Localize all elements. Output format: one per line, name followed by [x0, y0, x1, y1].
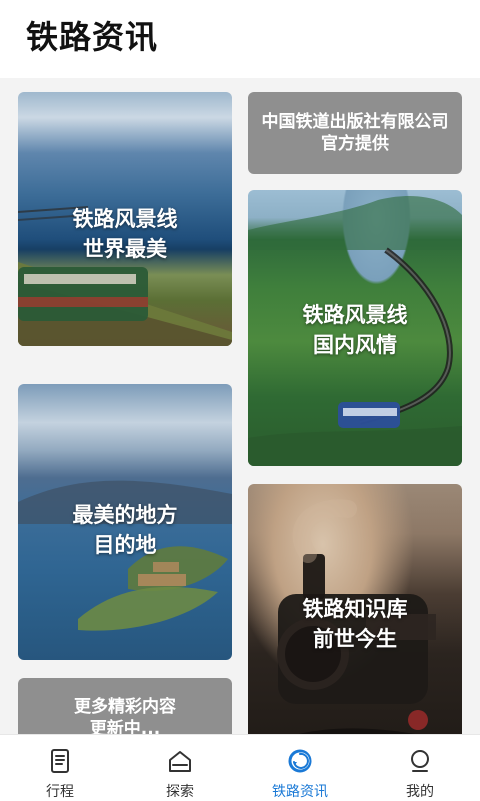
tab-label: 探索 — [166, 784, 194, 800]
header: 铁路资讯 — [0, 0, 480, 78]
card-more-coming[interactable]: 更多精彩内容 更新中... — [18, 678, 232, 734]
home-icon — [166, 747, 194, 775]
card-label: 铁路风景线 国内风情 — [302, 303, 408, 357]
tab-label: 我的 — [406, 784, 434, 800]
tab-railway-news[interactable]: 铁路资讯 — [240, 735, 360, 801]
bottom-tab-bar: 行程 探索 铁路资讯 我的 — [0, 734, 480, 801]
tab-explore[interactable]: 探索 — [120, 735, 240, 801]
card-domestic-scenery[interactable]: 铁路风景线 国内风情 — [248, 190, 462, 466]
profile-icon — [406, 747, 434, 775]
document-icon — [46, 747, 74, 775]
card-railway-knowledge[interactable]: 铁路知识库 前世今生 — [248, 484, 462, 734]
tab-profile[interactable]: 我的 — [360, 735, 480, 801]
card-best-destinations[interactable]: 最美的地方 目的地 — [18, 384, 232, 660]
page-title: 铁路资讯 — [26, 18, 159, 56]
tab-label: 铁路资讯 — [272, 784, 328, 800]
card-official-provider[interactable]: 中国铁道出版社有限公司 官方提供 — [248, 92, 462, 174]
card-label: 最美的地方 目的地 — [72, 503, 178, 557]
card-label: 铁路知识库 前世今生 — [302, 597, 408, 651]
content-grid: 铁路风景线 世界最美 最美的地方 目的地 更多精彩内容 更新中... 中国铁道出… — [0, 78, 480, 734]
card-label: 更多精彩内容 更新中... — [74, 697, 176, 734]
tab-label: 行程 — [46, 784, 74, 800]
card-label: 中国铁道出版社有限公司 官方提供 — [261, 112, 449, 154]
circular-arrow-icon — [286, 747, 314, 775]
card-world-scenery[interactable]: 铁路风景线 世界最美 — [18, 92, 232, 346]
tab-itinerary[interactable]: 行程 — [0, 735, 120, 801]
card-label: 铁路风景线 世界最美 — [72, 207, 178, 261]
